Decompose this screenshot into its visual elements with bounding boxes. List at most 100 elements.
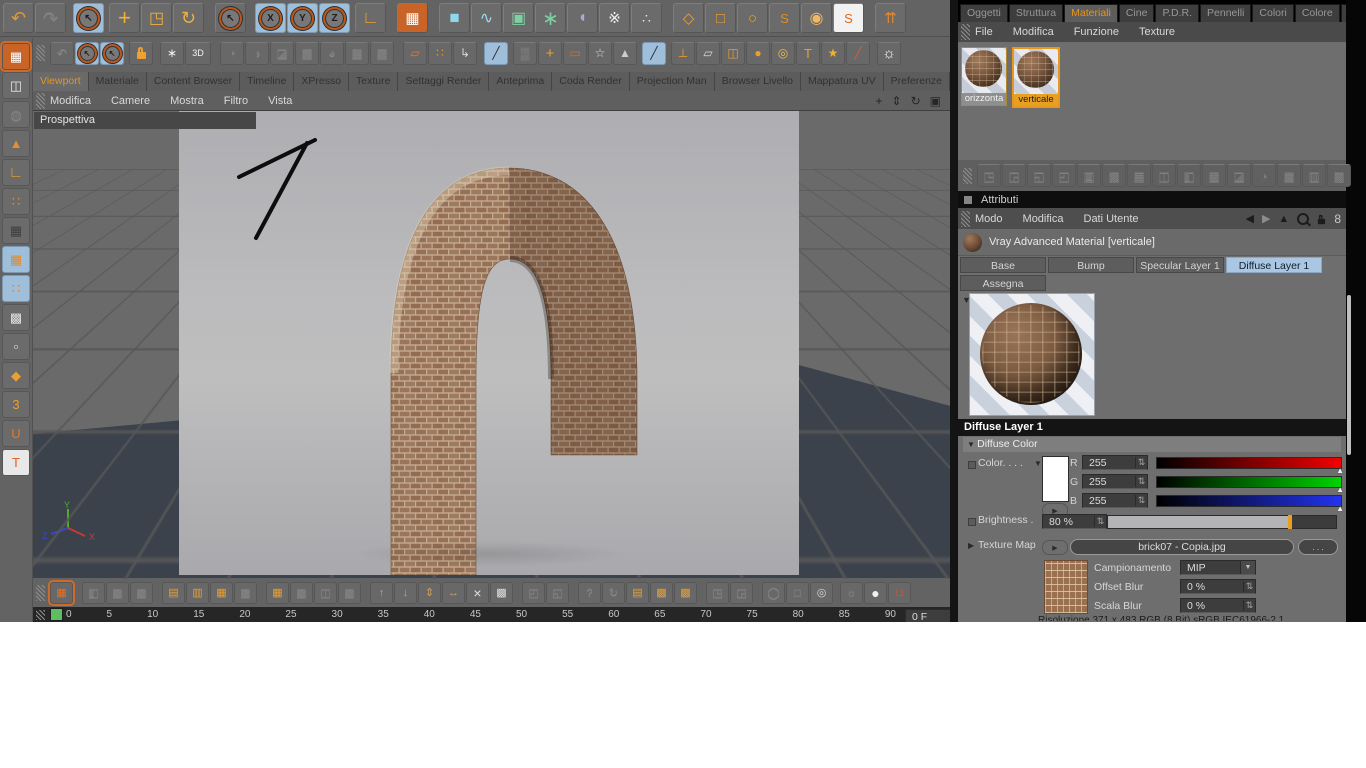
selection-tool-button[interactable]: ↖ [215,3,246,33]
color-dots-button[interactable]: ∷ [428,42,452,65]
gradient-button[interactable]: ◫ [721,42,745,65]
grid-orange-button[interactable]: ▦ [2,246,30,273]
grid-dark-button[interactable]: ▦ [2,217,30,244]
make-editable-button[interactable]: ▣ [503,3,534,33]
cluster-button[interactable]: ∷ [2,275,30,302]
text-tool-button[interactable]: T [796,42,820,65]
track-icon[interactable]: 8 [1334,212,1341,226]
slider-marker[interactable]: ▲ [1336,504,1344,513]
stack-button[interactable]: ▤ [626,582,649,604]
chevron-down-icon[interactable]: ▼ [1034,459,1042,468]
timeline-tick[interactable]: 20 [239,609,250,620]
tab-oggetti[interactable]: Oggetti [960,4,1008,22]
lock-icon[interactable] [1317,213,1326,225]
offset-blur-field[interactable]: 0 % ⇅ [1180,579,1256,594]
axis-arrows-button[interactable]: ⇈ [875,3,906,33]
material-verticale[interactable]: verticale [1012,47,1060,108]
timeline-tick[interactable]: 85 [839,609,850,620]
particles-button[interactable]: ∴ [631,3,662,33]
marquee-button[interactable]: ▭ [563,42,587,65]
paint-brush-2-button[interactable]: ╱ [642,42,666,65]
menu-filtro[interactable]: Filtro [224,95,248,107]
brush-3d-button[interactable]: 3D [185,42,211,65]
flask-button[interactable]: ⊔ [888,582,911,604]
tab-mappatura-uv[interactable]: Mappatura UV [801,72,884,91]
render-clapper-button[interactable]: ▦ [2,43,30,70]
scrollbar[interactable] [1347,295,1351,455]
rectangle-pen-button[interactable]: □ [705,3,736,33]
move-down-button[interactable]: ↓ [394,582,417,604]
expand-button[interactable]: ※ [599,3,630,33]
timeline-tick[interactable]: 65 [654,609,665,620]
tab-diffuse-layer-1[interactable]: Diffuse Layer 1 [1226,257,1322,273]
poly-fill-button[interactable]: ▲ [613,42,637,65]
camera-rotate-a-button[interactable]: ↖ [75,42,99,65]
axis-button[interactable]: ∟ [2,159,30,186]
layout-button[interactable]: ◫ [2,72,30,99]
tab-cine[interactable]: Cine [1119,4,1155,22]
grid-big-1-button[interactable]: ▩ [650,582,673,604]
sampling-dropdown[interactable]: MIP ▼ [1180,560,1256,575]
timeline-ruler[interactable]: 0 5 10 15 20 25 30 35 40 45 50 55 60 65 70 75 80 85 90 0 F… [33,607,950,622]
z-axis-lock-button[interactable]: Z [319,3,350,33]
move-up-button[interactable]: ↑ [370,582,393,604]
key-pos-button[interactable]: ▤ [162,582,185,604]
sphere-button[interactable]: ● [864,582,887,604]
timeline-tick[interactable]: 50 [516,609,527,620]
brightness-field[interactable]: 80 % ⇅ [1042,514,1107,529]
polygon-pen-button[interactable]: ◇ [673,3,704,33]
menu-funzione[interactable]: Funzione [1074,26,1119,38]
star-brush-button[interactable]: ∗ [160,42,184,65]
magnet-3-button[interactable]: U [2,420,30,447]
tab-struttura[interactable]: Struttura [1009,4,1063,22]
mograph-button[interactable]: ∗ [535,3,566,33]
matrix-button[interactable]: ▦ [266,582,289,604]
history-back-icon[interactable]: ◀ [1245,212,1253,225]
view-label[interactable]: Prospettiva [34,112,256,129]
scale-blur-field[interactable]: 0 % ⇅ [1180,598,1256,613]
timeline-tick[interactable]: 15 [193,609,204,620]
tab-browser-livello[interactable]: Browser Livello [715,72,801,91]
sound-3-button[interactable]: 3 [2,391,30,418]
tab-anteprima[interactable]: Anteprima [489,72,552,91]
undo-button[interactable]: ↶ [3,3,34,33]
deformer-button[interactable]: ◖ [567,3,598,33]
y-axis-lock-button[interactable]: Y [287,3,318,33]
texture-options-button[interactable]: ▶ [1042,540,1068,555]
channel-value-field[interactable]: 255 ⇅ [1082,474,1148,489]
timeline-tick[interactable]: 25 [285,609,296,620]
slider-handle[interactable] [1288,515,1292,529]
zoom-button[interactable]: ◎ [810,582,833,604]
channel-gradient-slider[interactable]: ▲ [1156,457,1342,469]
timeline-tick[interactable]: 35 [378,609,389,620]
timeline-tick[interactable]: 55 [562,609,573,620]
zoom-view-icon[interactable]: ⇕ [892,94,902,108]
color-swatch[interactable] [1042,456,1069,502]
browse-button[interactable]: . . . [1298,539,1338,555]
circle-pen-button[interactable]: ○ [737,3,768,33]
layer-move-button[interactable]: ↳ [453,42,477,65]
tab-content-browser[interactable]: Content Browser [147,72,240,91]
maximize-view-icon[interactable]: ▣ [930,94,941,108]
timeline-tick[interactable]: 5 [107,609,113,620]
timeline-tick[interactable]: 75 [747,609,758,620]
tab-coda-render[interactable]: Coda Render [552,72,629,91]
parent-up-icon[interactable]: ▲ [1278,213,1289,225]
scale-tool-button[interactable]: ◳ [141,3,172,33]
brightness-slider[interactable] [1107,515,1337,529]
live-selection-button[interactable]: ↖ [73,3,104,33]
sculpt-brush-button[interactable]: ◉ [801,3,832,33]
tab-texture[interactable]: Texture [349,72,398,91]
play-arrow-button[interactable]: ▲ [2,130,30,157]
render-view-button[interactable]: ▦ [397,3,428,33]
tab-settaggi-render[interactable]: Settaggi Render [398,72,489,91]
timeline-tick[interactable]: 40 [424,609,435,620]
menu-modo[interactable]: Modo [975,213,1003,225]
slider-marker[interactable]: ▲ [1336,466,1344,475]
tab-pennelli[interactable]: Pennelli [1200,4,1251,22]
search-icon[interactable] [1297,213,1309,225]
timeline-tick[interactable]: 30 [332,609,343,620]
menu-dati-utente[interactable]: Dati Utente [1084,213,1139,225]
tab-livelli[interactable]: Livelli [1341,4,1346,22]
expand-h-button[interactable]: ↔ [442,582,465,604]
